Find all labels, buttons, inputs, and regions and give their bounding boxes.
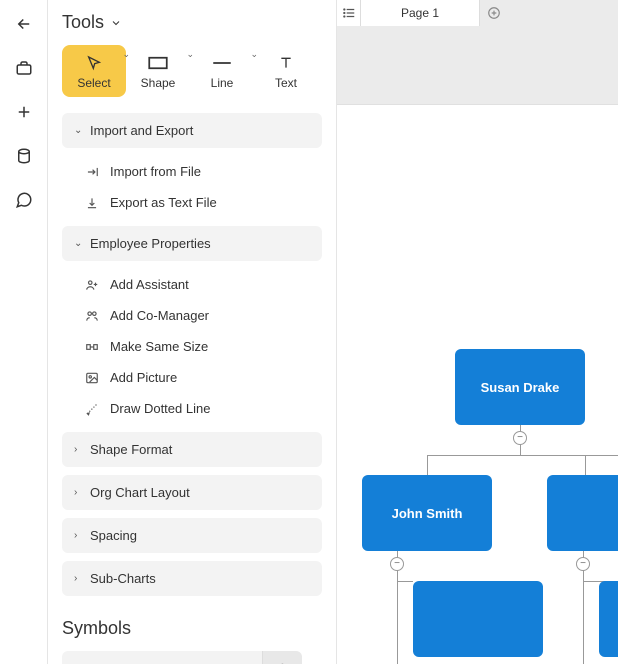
section-import-export[interactable]: ⌄ Import and Export <box>62 113 322 148</box>
text-label: Text <box>275 76 297 90</box>
import-from-file[interactable]: Import from File <box>62 156 322 187</box>
section-label: Employee Properties <box>90 236 211 251</box>
symbol-search-input[interactable] <box>62 651 262 664</box>
connector <box>520 445 521 455</box>
shape-tool[interactable]: Shape ⌄ <box>126 45 190 97</box>
database-icon[interactable] <box>14 146 34 166</box>
section-label: Import and Export <box>90 123 193 138</box>
select-tool[interactable]: Select ⌄ <box>62 45 126 97</box>
chevron-down-icon: ⌄ <box>74 238 84 249</box>
item-label: Draw Dotted Line <box>110 401 210 416</box>
item-label: Import from File <box>110 164 201 179</box>
import-icon <box>84 165 100 179</box>
chevron-right-icon: › <box>74 444 84 455</box>
plus-circle-icon <box>487 6 501 20</box>
section-label: Spacing <box>90 528 137 543</box>
chevron-right-icon: › <box>74 487 84 498</box>
line-label: Line <box>211 76 234 90</box>
chevron-right-icon: › <box>74 530 84 541</box>
collapse-handle[interactable]: − <box>390 557 404 571</box>
line-icon <box>211 52 233 74</box>
line-tool[interactable]: Line ⌄ <box>190 45 254 97</box>
tools-panel: Tools Select ⌄ Shape ⌄ Line ⌄ <box>48 0 337 664</box>
connector <box>427 455 428 475</box>
list-icon <box>342 6 356 20</box>
node-label: Susan Drake <box>481 380 560 395</box>
item-label: Add Picture <box>110 370 177 385</box>
tab-bar: Page 1 <box>337 0 618 26</box>
download-icon <box>84 196 100 210</box>
item-label: Export as Text File <box>110 195 217 210</box>
item-label: Add Co-Manager <box>110 308 209 323</box>
panel-title[interactable]: Tools <box>62 12 322 33</box>
assistant-icon <box>84 278 100 292</box>
add-assistant[interactable]: Add Assistant <box>62 269 322 300</box>
rectangle-icon <box>147 52 169 74</box>
connector <box>583 571 584 664</box>
chevron-down-icon <box>110 17 122 29</box>
make-same-size[interactable]: Make Same Size <box>62 331 322 362</box>
add-picture[interactable]: Add Picture <box>62 362 322 393</box>
chat-icon[interactable] <box>14 190 34 210</box>
add-comanager[interactable]: Add Co-Manager <box>62 300 322 331</box>
text-icon <box>278 52 294 74</box>
left-rail <box>0 0 48 664</box>
canvas[interactable]: Susan Drake − John Smith − − <box>337 104 618 664</box>
shape-label: Shape <box>141 76 176 90</box>
section-employee-properties[interactable]: ⌄ Employee Properties <box>62 226 322 261</box>
draw-dotted-line[interactable]: Draw Dotted Line <box>62 393 322 424</box>
picture-icon <box>84 371 100 385</box>
item-label: Make Same Size <box>110 339 208 354</box>
connector <box>397 581 413 582</box>
same-size-icon <box>84 340 100 354</box>
text-tool[interactable]: Text <box>254 45 318 97</box>
org-node-root[interactable]: Susan Drake <box>455 349 585 425</box>
section-shape-format[interactable]: › Shape Format <box>62 432 322 467</box>
chevron-down-icon: ⌄ <box>74 125 84 136</box>
section-label: Org Chart Layout <box>90 485 190 500</box>
section-label: Sub-Charts <box>90 571 156 586</box>
search-wrap <box>62 651 302 664</box>
connector <box>397 571 398 664</box>
import-export-items: Import from File Export as Text File <box>62 156 322 218</box>
org-node-child[interactable] <box>413 581 543 657</box>
tool-row: Select ⌄ Shape ⌄ Line ⌄ Text <box>62 45 322 97</box>
cursor-icon <box>86 52 102 74</box>
section-org-chart-layout[interactable]: › Org Chart Layout <box>62 475 322 510</box>
export-as-text[interactable]: Export as Text File <box>62 187 322 218</box>
symbol-search-row: More + <box>62 651 322 664</box>
symbols-title: Symbols <box>62 618 322 639</box>
collapse-handle[interactable]: − <box>513 431 527 445</box>
symbol-search-button[interactable] <box>262 651 302 664</box>
toolbox-icon[interactable] <box>14 58 34 78</box>
chevron-right-icon: › <box>74 573 84 584</box>
connector <box>585 455 586 475</box>
section-spacing[interactable]: › Spacing <box>62 518 322 553</box>
section-label: Shape Format <box>90 442 172 457</box>
select-label: Select <box>77 76 110 90</box>
outline-button[interactable] <box>337 0 361 26</box>
dotted-line-icon <box>84 402 100 416</box>
panel-title-text: Tools <box>62 12 104 33</box>
employee-properties-items: Add Assistant Add Co-Manager Make Same S… <box>62 269 322 424</box>
comanager-icon <box>84 309 100 323</box>
tab-page-1[interactable]: Page 1 <box>361 0 480 26</box>
section-sub-charts[interactable]: › Sub-Charts <box>62 561 322 596</box>
org-node-child[interactable]: John Smith <box>362 475 492 551</box>
connector <box>427 455 618 456</box>
org-node-child[interactable] <box>547 475 618 551</box>
item-label: Add Assistant <box>110 277 189 292</box>
collapse-handle[interactable]: − <box>576 557 590 571</box>
back-icon[interactable] <box>14 14 34 34</box>
canvas-area: Page 1 Susan Drake − John Smith − − <box>337 0 618 664</box>
tab-label: Page 1 <box>401 6 439 20</box>
org-node-child[interactable] <box>599 581 618 657</box>
add-icon[interactable] <box>14 102 34 122</box>
node-label: John Smith <box>392 506 463 521</box>
add-page-button[interactable] <box>480 0 508 26</box>
